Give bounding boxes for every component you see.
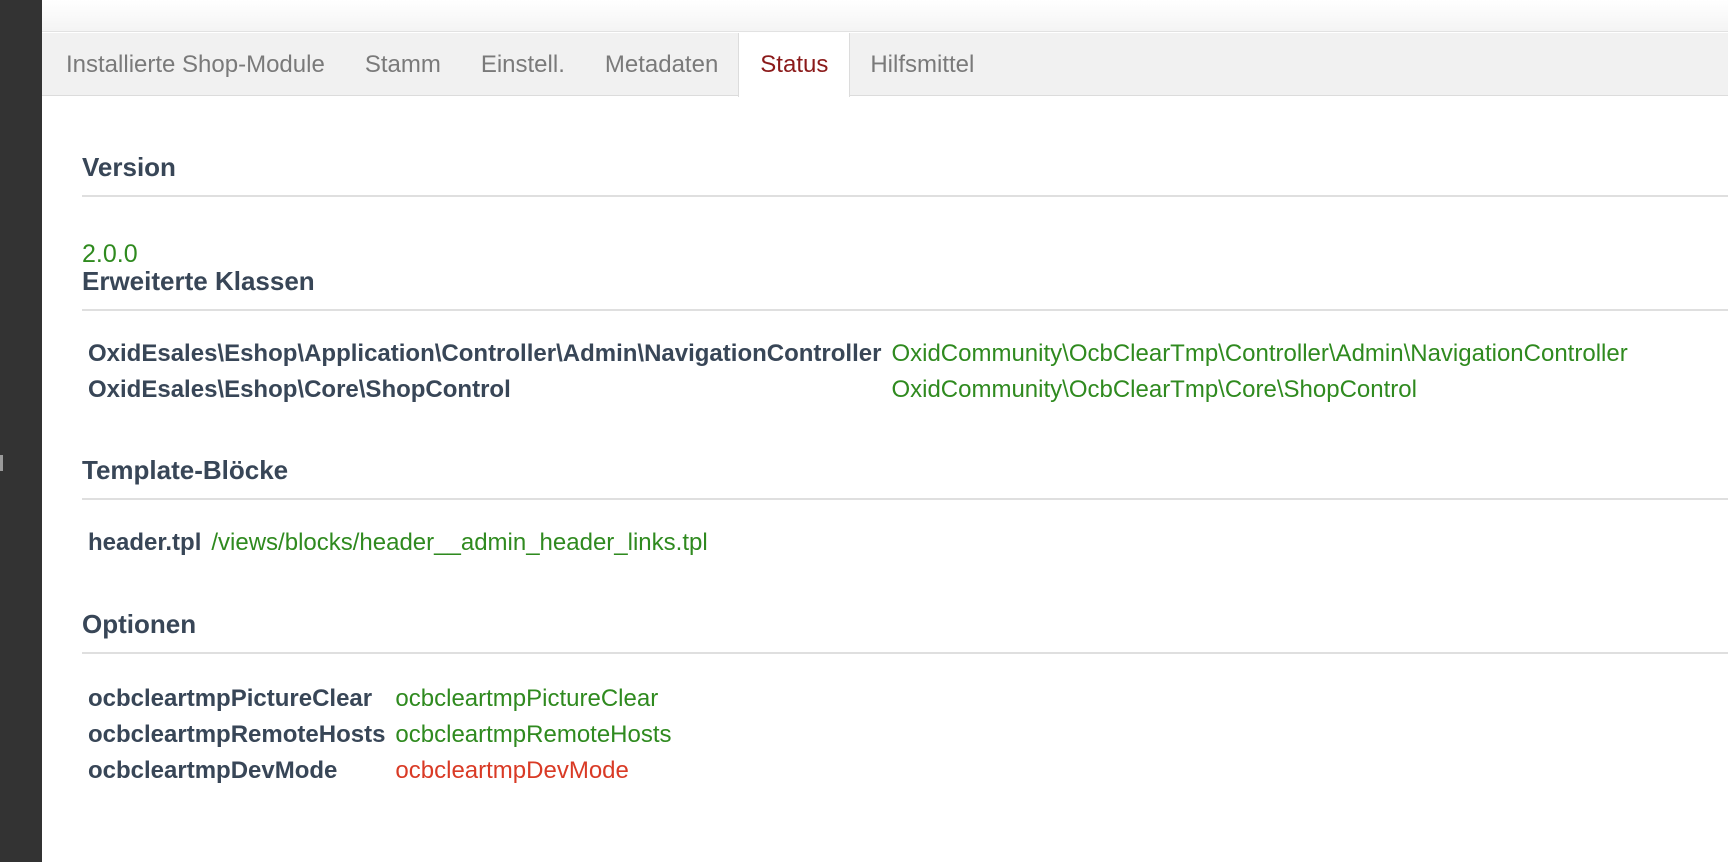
table-row: ocbcleartmpRemoteHosts ocbcleartmpRemote… — [88, 717, 672, 753]
table-row: ocbcleartmpDevMode ocbcleartmpDevMode — [88, 753, 672, 789]
main-panel: Installierte Shop-Module Stamm Einstell.… — [42, 0, 1728, 862]
template-blocks-heading: Template-Blöcke — [82, 455, 1728, 500]
version-heading: Version — [82, 152, 1728, 197]
tab-installed-modules[interactable]: Installierte Shop-Module — [46, 33, 345, 96]
left-sidebar — [0, 0, 42, 862]
table-row: OxidEsales\Eshop\Core\ShopControl OxidCo… — [88, 372, 1628, 408]
tab-metadata[interactable]: Metadaten — [585, 33, 738, 96]
tab-status[interactable]: Status — [738, 33, 851, 97]
sidebar-resize-handle[interactable] — [0, 455, 3, 471]
template-blocks-table: header.tpl /views/blocks/header__admin_h… — [88, 525, 708, 561]
extended-classes-table: OxidEsales\Eshop\Application\Controller\… — [88, 336, 1628, 408]
option-value: ocbcleartmpDevMode — [395, 757, 629, 784]
table-row: header.tpl /views/blocks/header__admin_h… — [88, 525, 708, 561]
class-key: OxidEsales\Eshop\Application\Controller\… — [88, 340, 882, 367]
options-heading: Optionen — [82, 609, 1728, 654]
class-value: OxidCommunity\OcbClearTmp\Controller\Adm… — [891, 340, 1628, 367]
option-value: ocbcleartmpRemoteHosts — [395, 721, 672, 748]
block-value: /views/blocks/header__admin_header_links… — [211, 529, 708, 556]
table-row: ocbcleartmpPictureClear ocbcleartmpPictu… — [88, 681, 672, 717]
block-key: header.tpl — [88, 529, 202, 556]
tab-settings[interactable]: Einstell. — [461, 33, 585, 96]
option-value: ocbcleartmpPictureClear — [395, 685, 659, 712]
version-value: 2.0.0 — [82, 240, 138, 268]
option-key: ocbcleartmpDevMode — [88, 757, 338, 784]
option-key: ocbcleartmpRemoteHosts — [88, 721, 386, 748]
tab-main[interactable]: Stamm — [345, 33, 461, 96]
top-strip — [42, 0, 1728, 32]
table-row: OxidEsales\Eshop\Application\Controller\… — [88, 336, 1628, 372]
extended-classes-heading: Erweiterte Klassen — [82, 266, 1728, 311]
option-key: ocbcleartmpPictureClear — [88, 685, 373, 712]
tab-tools[interactable]: Hilfsmittel — [850, 33, 994, 96]
tab-bar: Installierte Shop-Module Stamm Einstell.… — [42, 33, 1728, 97]
class-key: OxidEsales\Eshop\Core\ShopControl — [88, 376, 511, 403]
options-table: ocbcleartmpPictureClear ocbcleartmpPictu… — [88, 681, 672, 789]
class-value: OxidCommunity\OcbClearTmp\Core\ShopContr… — [891, 376, 1417, 403]
